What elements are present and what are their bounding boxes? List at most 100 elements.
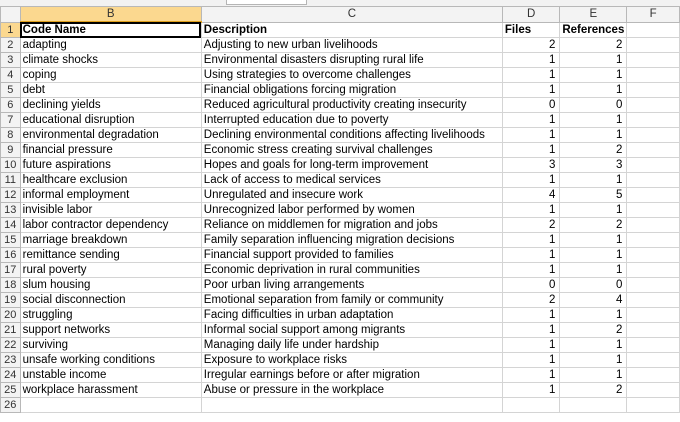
cell-references[interactable]: 1: [559, 247, 628, 263]
row-header[interactable]: 16: [0, 247, 21, 263]
cell-references[interactable]: 4: [559, 292, 628, 308]
cell-description[interactable]: Managing daily life under hardship: [200, 337, 503, 353]
cell-files[interactable]: 2: [501, 292, 561, 308]
cell-description[interactable]: Family separation influencing migration …: [200, 232, 503, 248]
cell-references[interactable]: 1: [559, 352, 628, 368]
select-all-corner[interactable]: [0, 6, 21, 23]
cell-empty[interactable]: [626, 52, 680, 68]
cell-code-name[interactable]: future aspirations: [19, 157, 202, 173]
row-header[interactable]: 18: [0, 277, 21, 293]
row-header[interactable]: 12: [0, 187, 21, 203]
cell-description[interactable]: Lack of access to medical services: [200, 172, 503, 188]
row-header[interactable]: 23: [0, 352, 21, 368]
cell-files[interactable]: 1: [501, 232, 561, 248]
cell-description[interactable]: Exposure to workplace risks: [200, 352, 503, 368]
cell-description[interactable]: Using strategies to overcome challenges: [200, 67, 503, 83]
cell-empty[interactable]: [626, 157, 680, 173]
cell-description[interactable]: Unrecognized labor performed by women: [200, 202, 503, 218]
cell-references[interactable]: 1: [559, 67, 628, 83]
cell-references[interactable]: 0: [559, 97, 628, 113]
cell-code-name[interactable]: labor contractor dependency: [19, 217, 202, 233]
cell-empty[interactable]: [626, 172, 680, 188]
cell-empty[interactable]: [626, 67, 680, 83]
cell-code-name-header[interactable]: Code Name: [19, 21, 202, 38]
cell-references[interactable]: 1: [559, 202, 628, 218]
cell-description[interactable]: Facing difficulties in urban adaptation: [200, 307, 503, 323]
cell-empty[interactable]: [626, 82, 680, 98]
cell-files[interactable]: 1: [501, 307, 561, 323]
cell-references[interactable]: 1: [559, 307, 628, 323]
row-header[interactable]: 11: [0, 172, 21, 188]
cell-references[interactable]: 1: [559, 112, 628, 128]
row-header[interactable]: 20: [0, 307, 21, 323]
cell-description[interactable]: Irregular earnings before or after migra…: [200, 367, 503, 383]
cell-description[interactable]: Economic stress creating survival challe…: [200, 142, 503, 158]
cell-code-name[interactable]: informal employment: [19, 187, 202, 203]
row-header[interactable]: 25: [0, 382, 21, 398]
cell-references[interactable]: 1: [559, 337, 628, 353]
cell-empty[interactable]: [626, 187, 680, 203]
cell-references[interactable]: 1: [559, 367, 628, 383]
cell-code-name[interactable]: marriage breakdown: [19, 232, 202, 248]
row-header[interactable]: 2: [0, 37, 21, 53]
cell-files-header[interactable]: Files: [501, 21, 561, 38]
cell-empty[interactable]: [626, 127, 680, 143]
cell-empty[interactable]: [626, 112, 680, 128]
cell-description[interactable]: Hopes and goals for long-term improvemen…: [200, 157, 503, 173]
row-header[interactable]: 8: [0, 127, 21, 143]
cell-description[interactable]: Economic deprivation in rural communitie…: [200, 262, 503, 278]
cell-references[interactable]: 1: [559, 232, 628, 248]
cell-empty[interactable]: [200, 397, 503, 413]
column-header-d[interactable]: D: [501, 6, 561, 23]
name-box-edge[interactable]: [226, 0, 307, 5]
cell-empty[interactable]: [626, 367, 680, 383]
cell-description-header[interactable]: Description: [200, 21, 503, 38]
cell-references[interactable]: 2: [559, 382, 628, 398]
cell-references[interactable]: 1: [559, 82, 628, 98]
column-header-f[interactable]: F: [626, 6, 680, 23]
cell-code-name[interactable]: environmental degradation: [19, 127, 202, 143]
cell-files[interactable]: 1: [501, 337, 561, 353]
cell-files[interactable]: 1: [501, 142, 561, 158]
cell-empty[interactable]: [626, 202, 680, 218]
cell-code-name[interactable]: support networks: [19, 322, 202, 338]
cell-references[interactable]: 0: [559, 277, 628, 293]
cell-empty[interactable]: [501, 397, 561, 413]
cell-empty[interactable]: [559, 397, 628, 413]
cell-files[interactable]: 1: [501, 262, 561, 278]
row-header[interactable]: 13: [0, 202, 21, 218]
cell-code-name[interactable]: healthcare exclusion: [19, 172, 202, 188]
cell-code-name[interactable]: unstable income: [19, 367, 202, 383]
cell-references[interactable]: 2: [559, 322, 628, 338]
cell-files[interactable]: 3: [501, 157, 561, 173]
row-header[interactable]: 15: [0, 232, 21, 248]
cell-files[interactable]: 0: [501, 97, 561, 113]
cell-references[interactable]: 2: [559, 142, 628, 158]
column-header-e[interactable]: E: [559, 6, 628, 23]
cell-code-name[interactable]: rural poverty: [19, 262, 202, 278]
cell-code-name[interactable]: financial pressure: [19, 142, 202, 158]
cell-empty[interactable]: [19, 397, 202, 413]
row-header[interactable]: 7: [0, 112, 21, 128]
cell-code-name[interactable]: slum housing: [19, 277, 202, 293]
cell-files[interactable]: 1: [501, 172, 561, 188]
cell-files[interactable]: 1: [501, 67, 561, 83]
cell-files[interactable]: 2: [501, 37, 561, 53]
cell-empty[interactable]: [626, 352, 680, 368]
cell-references[interactable]: 2: [559, 37, 628, 53]
cell-empty[interactable]: [626, 142, 680, 158]
cell-references[interactable]: 1: [559, 52, 628, 68]
column-header-b[interactable]: B: [19, 6, 202, 23]
cell-files[interactable]: 1: [501, 322, 561, 338]
cell-references[interactable]: 5: [559, 187, 628, 203]
cell-files[interactable]: 1: [501, 247, 561, 263]
cell-code-name[interactable]: climate shocks: [19, 52, 202, 68]
cell-description[interactable]: Adjusting to new urban livelihoods: [200, 37, 503, 53]
cell-code-name[interactable]: coping: [19, 67, 202, 83]
row-header[interactable]: 24: [0, 367, 21, 383]
cell-description[interactable]: Financial support provided to families: [200, 247, 503, 263]
cell-code-name[interactable]: debt: [19, 82, 202, 98]
column-header-c[interactable]: C: [200, 6, 503, 23]
cell-description[interactable]: Interrupted education due to poverty: [200, 112, 503, 128]
cell-empty[interactable]: [626, 382, 680, 398]
